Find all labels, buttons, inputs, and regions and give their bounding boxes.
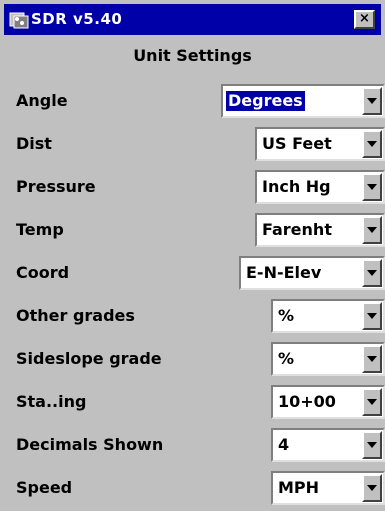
pressure-select[interactable]: Inch Hg xyxy=(255,170,385,204)
temp-select[interactable]: Farenht xyxy=(255,213,385,247)
other-grades-value: % xyxy=(278,306,295,325)
dropdown-arrow-icon[interactable] xyxy=(362,431,382,459)
title-bar[interactable]: SDR v5.40 × xyxy=(4,4,381,35)
dropdown-arrow-icon[interactable] xyxy=(362,216,382,244)
app-icon xyxy=(9,12,29,29)
speed-value: MPH xyxy=(278,478,320,497)
dropdown-arrow-icon[interactable] xyxy=(362,87,382,115)
setting-label-decimals-shown: Decimals Shown xyxy=(16,435,164,454)
pressure-value: Inch Hg xyxy=(262,177,331,196)
close-icon[interactable]: × xyxy=(354,10,375,29)
page-title: Unit Settings xyxy=(133,46,252,65)
angle-select[interactable]: Degrees xyxy=(221,84,385,118)
setting-label-temp: Temp xyxy=(16,220,64,239)
dropdown-arrow-icon[interactable] xyxy=(362,259,382,287)
setting-label-sta-ing: Sta..ing xyxy=(16,392,87,411)
coord-value: E-N-Elev xyxy=(246,263,322,282)
dropdown-arrow-icon[interactable] xyxy=(362,388,382,416)
coord-select[interactable]: E-N-Elev xyxy=(239,256,385,290)
dropdown-arrow-icon[interactable] xyxy=(362,302,382,330)
setting-label-sideslope-grade: Sideslope grade xyxy=(16,349,162,368)
sideslope-grade-select[interactable]: % xyxy=(271,342,385,376)
dropdown-arrow-icon[interactable] xyxy=(362,345,382,373)
dist-select[interactable]: US Feet xyxy=(255,127,385,161)
sta-ing-select[interactable]: 10+00 xyxy=(271,385,385,419)
setting-label-pressure: Pressure xyxy=(16,177,96,196)
setting-label-coord: Coord xyxy=(16,263,70,282)
decimals-shown-value: 4 xyxy=(278,435,290,454)
dist-value: US Feet xyxy=(262,134,332,153)
window-title: SDR v5.40 xyxy=(31,10,123,28)
decimals-shown-select[interactable]: 4 xyxy=(271,428,385,462)
setting-label-speed: Speed xyxy=(16,478,73,497)
sta-ing-value: 10+00 xyxy=(278,392,336,411)
other-grades-select[interactable]: % xyxy=(271,299,385,333)
dropdown-arrow-icon[interactable] xyxy=(362,474,382,502)
setting-label-other-grades: Other grades xyxy=(16,306,135,325)
sideslope-grade-value: % xyxy=(278,349,295,368)
setting-label-dist: Dist xyxy=(16,134,52,153)
speed-select[interactable]: MPH xyxy=(271,471,385,505)
dropdown-arrow-icon[interactable] xyxy=(362,130,382,158)
angle-value: Degrees xyxy=(226,91,305,111)
temp-value: Farenht xyxy=(262,220,332,239)
setting-label-angle: Angle xyxy=(16,91,68,110)
dropdown-arrow-icon[interactable] xyxy=(362,173,382,201)
